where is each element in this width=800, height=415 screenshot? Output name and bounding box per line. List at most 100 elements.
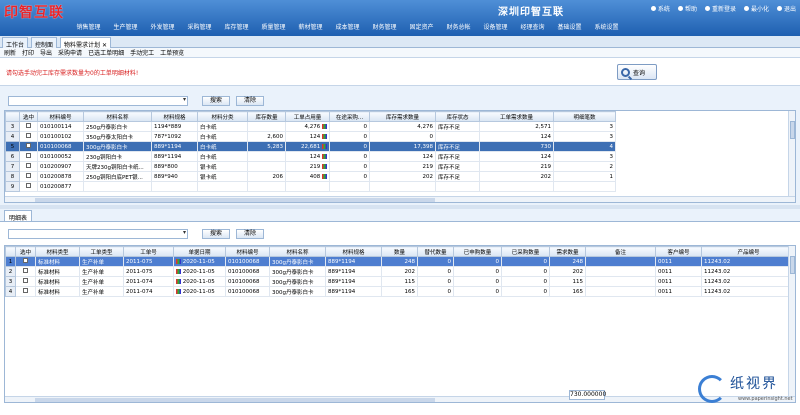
col-header[interactable]: 在途采购... (329, 111, 370, 122)
lower-search-button[interactable]: 搜索 (202, 228, 230, 239)
menu-item[interactable]: 外发管理 (144, 22, 181, 31)
selected-detail-button[interactable]: 已选工单明细 (88, 48, 124, 57)
col-header[interactable]: 材料规格 (325, 246, 382, 257)
tab-material-plan[interactable]: 物料需求计划 ✕ (60, 37, 111, 49)
row-checkbox[interactable] (26, 163, 31, 168)
menu-item[interactable]: 采购管理 (181, 22, 218, 31)
row-checkbox[interactable] (23, 258, 28, 263)
col-header[interactable]: 数量 (381, 246, 418, 257)
table-row[interactable]: 4 标准材料 生产补单 2011-074 2020-11-05 01010006… (5, 286, 795, 297)
menu-item[interactable]: 生产管理 (107, 22, 144, 31)
row-checkbox[interactable] (26, 173, 31, 178)
upper-clear-button[interactable]: 清除 (236, 95, 264, 106)
upper-vertical-scrollbar[interactable] (788, 111, 795, 202)
table-row[interactable]: 7 010200907 天牌230g铜阳白卡纸... 889*800 银卡纸 2… (5, 161, 616, 172)
detail-icon[interactable] (322, 163, 327, 169)
system-button[interactable]: 系统 (650, 4, 670, 13)
col-header[interactable]: 材料分类 (197, 111, 248, 122)
print-button[interactable]: 打印 (22, 48, 34, 57)
upper-search-button[interactable]: 搜索 (202, 95, 230, 106)
menu-item[interactable]: 财务管理 (366, 22, 403, 31)
menu-item[interactable]: 财务总帐 (440, 22, 477, 31)
table-row[interactable]: 9 010200877 (5, 181, 616, 192)
menu-item[interactable]: 固定资产 (403, 22, 440, 31)
col-header[interactable]: 材料编号 (37, 111, 84, 122)
row-checkbox[interactable] (26, 123, 31, 128)
detail-icon[interactable] (322, 173, 327, 179)
table-row[interactable]: 3 010100114 250g丹泰影白卡 1194*889 白卡纸 4,276… (5, 121, 616, 132)
col-header[interactable]: 替代数量 (417, 246, 454, 257)
row-checkbox[interactable] (26, 133, 31, 138)
col-header[interactable]: 产品编号 (701, 246, 795, 257)
menu-item[interactable]: 成本管理 (329, 22, 366, 31)
col-header[interactable]: 工单占用量 (285, 111, 330, 122)
table-row[interactable]: 6 010100052 230g铜阳白卡 889*1194 白卡纸 124 0 … (5, 151, 616, 162)
table-row-selected[interactable]: 5 010100068 300g丹泰影白卡 889*1194 白卡纸 5,283… (5, 141, 616, 152)
table-row[interactable]: 2 标准材料 生产补单 2011-075 2020-11-05 01010006… (5, 266, 795, 277)
col-header[interactable]: 库存数量 (247, 111, 286, 122)
tab-control[interactable]: 控制面 (31, 37, 58, 49)
table-row[interactable]: 3 标准材料 生产补单 2011-074 2020-11-05 01010006… (5, 276, 795, 287)
row-checkbox[interactable] (26, 183, 31, 188)
menu-item[interactable]: 销售管理 (70, 22, 107, 31)
col-header[interactable]: 备注 (585, 246, 656, 257)
col-header[interactable]: 材料编号 (225, 246, 270, 257)
col-header[interactable]: 客户编号 (655, 246, 702, 257)
col-header[interactable]: 明细笔数 (553, 111, 616, 122)
upper-horizontal-scrollbar[interactable] (5, 196, 795, 202)
menu-item[interactable]: 薪材管理 (292, 22, 329, 31)
manual-complete-button[interactable]: 手动完工 (130, 48, 154, 57)
table-row-selected[interactable]: 1 标准材料 生产补单 2011-075 2020-11-05 01010006… (5, 256, 795, 267)
col-header[interactable]: 选中 (15, 246, 36, 257)
col-header[interactable]: 库存状态 (435, 111, 480, 122)
col-header[interactable]: 工单需求数量 (479, 111, 554, 122)
order-icon[interactable] (176, 288, 181, 294)
tab-workbench[interactable]: 工作台 (2, 37, 29, 49)
lower-search-combo[interactable] (8, 228, 188, 239)
col-header[interactable]: 材料类型 (35, 246, 80, 257)
row-checkbox[interactable] (23, 278, 28, 283)
exit-button[interactable]: 退出 (776, 4, 796, 13)
minimize-button[interactable]: 最小化 (743, 4, 769, 13)
upper-search-combo[interactable] (8, 95, 188, 106)
table-row[interactable]: 4 010100102 350g丹泰太阳白卡 787*1092 白卡纸 2,60… (5, 131, 616, 142)
col-header[interactable]: 材料规格 (151, 111, 198, 122)
menu-item[interactable]: 经理查询 (514, 22, 551, 31)
lower-horizontal-scrollbar[interactable] (5, 396, 795, 402)
purchase-request-button[interactable]: 采购申请 (58, 48, 82, 57)
detail-icon[interactable] (322, 133, 327, 139)
col-header[interactable]: 需求数量 (549, 246, 586, 257)
row-checkbox[interactable] (26, 143, 31, 148)
query-button[interactable]: 查询 (617, 64, 657, 80)
tab-detail[interactable]: 明细表 (4, 210, 33, 222)
col-header[interactable]: 工单类型 (79, 246, 124, 257)
col-header[interactable]: 已申购数量 (453, 246, 502, 257)
lower-clear-button[interactable]: 清除 (236, 228, 264, 239)
col-header[interactable]: 材料名称 (83, 111, 152, 122)
col-header[interactable]: 库存需求数量 (369, 111, 436, 122)
export-button[interactable]: 导出 (40, 48, 52, 57)
relogin-button[interactable]: 重新登录 (704, 4, 736, 13)
help-button[interactable]: 帮助 (677, 4, 697, 13)
col-header[interactable]: 选中 (19, 111, 38, 122)
col-header[interactable]: 已采购数量 (501, 246, 550, 257)
row-checkbox[interactable] (26, 153, 31, 158)
order-preview-button[interactable]: 工单预览 (160, 48, 184, 57)
detail-icon[interactable] (322, 123, 327, 129)
menu-item[interactable]: 库存管理 (218, 22, 255, 31)
col-header[interactable]: 工单号 (123, 246, 174, 257)
menu-item[interactable]: 系统设置 (588, 22, 625, 31)
detail-icon[interactable] (322, 153, 327, 159)
table-row[interactable]: 8 010200878 250g铜阳白底PET银... 889*940 银卡纸 … (5, 171, 616, 182)
row-checkbox[interactable] (23, 288, 28, 293)
refresh-button[interactable]: 刷新 (4, 48, 16, 57)
col-header[interactable]: 材料名称 (269, 246, 326, 257)
col-header[interactable]: 单据日期 (173, 246, 226, 257)
menu-item[interactable]: 质量管理 (255, 22, 292, 31)
order-icon[interactable] (176, 268, 181, 274)
order-icon[interactable] (176, 278, 181, 284)
menu-item[interactable]: 基础设置 (551, 22, 588, 31)
panel-splitter[interactable] (0, 205, 800, 209)
menu-item[interactable]: 设备管理 (477, 22, 514, 31)
order-icon[interactable] (176, 258, 181, 264)
